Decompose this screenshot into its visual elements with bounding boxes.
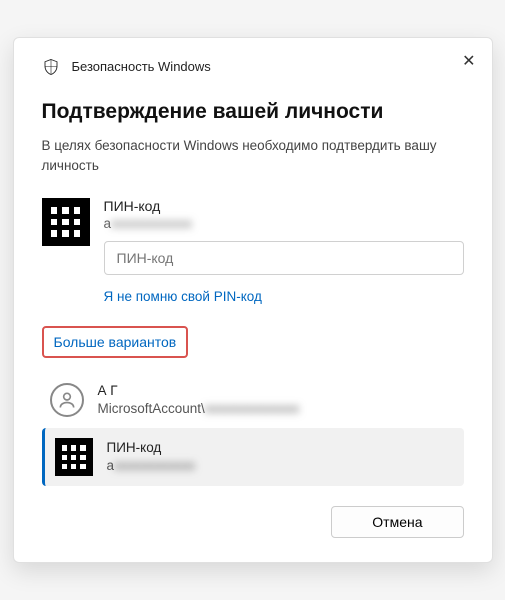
- options-list: А Г MicrosoftAccount\xxxxxxxxxxxxxx ПИН-…: [42, 372, 464, 486]
- close-button[interactable]: ✕: [462, 54, 475, 70]
- option-pin-email: axxxxxxxxxxxx: [107, 457, 196, 475]
- pin-account-email: axxxxxxxxxxxx: [104, 216, 464, 231]
- option-account-name: А Г: [98, 382, 300, 400]
- window-title: Безопасность Windows: [72, 59, 211, 74]
- option-pin[interactable]: ПИН-код axxxxxxxxxxxx: [42, 428, 464, 486]
- dialog-header: Безопасность Windows: [42, 58, 464, 76]
- option-text: ПИН-код axxxxxxxxxxxx: [107, 439, 196, 475]
- security-dialog: Безопасность Windows ✕ Подтверждение ваш…: [13, 37, 493, 564]
- cancel-button[interactable]: Отмена: [331, 506, 463, 538]
- option-account-sub: MicrosoftAccount\xxxxxxxxxxxxxx: [98, 400, 300, 418]
- option-pin-label: ПИН-код: [107, 439, 196, 457]
- more-options-link[interactable]: Больше вариантов: [42, 326, 189, 358]
- dialog-subtext: В целях безопасности Windows необходимо …: [42, 136, 464, 177]
- keypad-icon: [55, 438, 93, 476]
- shield-icon: [42, 58, 60, 76]
- option-text: А Г MicrosoftAccount\xxxxxxxxxxxxxx: [98, 382, 300, 418]
- pin-section: ПИН-код axxxxxxxxxxxx: [42, 198, 464, 275]
- dialog-heading: Подтверждение вашей личности: [42, 100, 464, 124]
- pin-fields: ПИН-код axxxxxxxxxxxx: [104, 198, 464, 275]
- pin-label: ПИН-код: [104, 198, 464, 214]
- forgot-pin-link[interactable]: Я не помню свой PIN-код: [104, 289, 464, 304]
- keypad-icon: [42, 198, 90, 246]
- dialog-footer: Отмена: [42, 506, 464, 538]
- person-icon: [50, 383, 84, 417]
- option-microsoft-account[interactable]: А Г MicrosoftAccount\xxxxxxxxxxxxxx: [42, 372, 464, 428]
- pin-input[interactable]: [104, 241, 464, 275]
